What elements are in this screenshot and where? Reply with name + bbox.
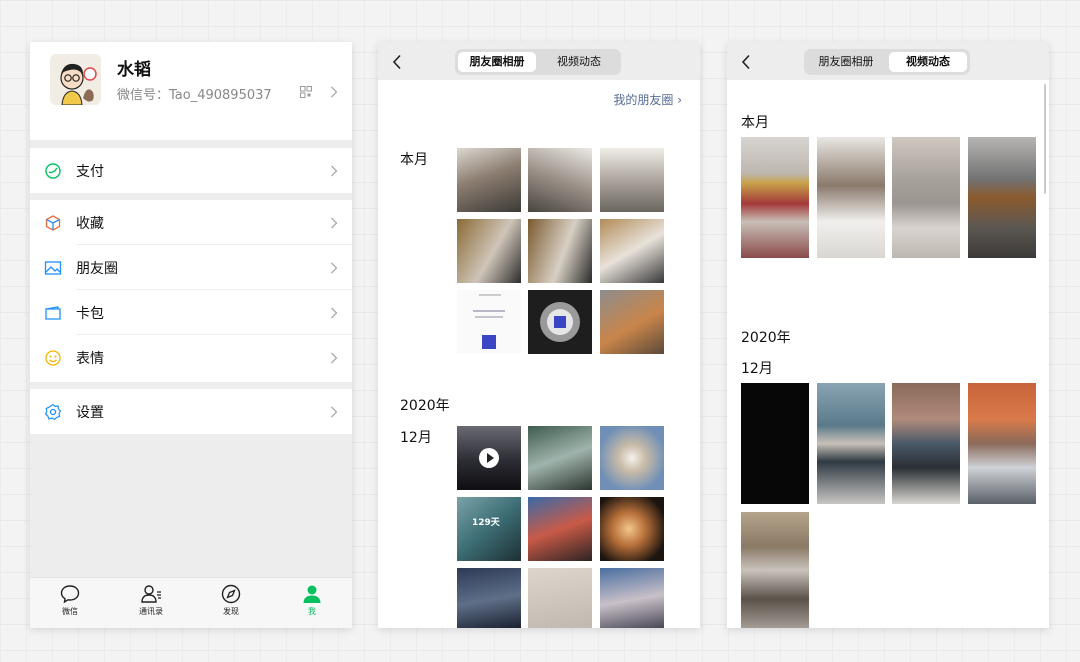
wechat-id: 微信号：Tao_490895037 <box>117 88 272 103</box>
video-thumbnail[interactable] <box>457 426 521 490</box>
segmented-control: 朋友圈相册 视频动态 <box>804 49 970 75</box>
tab-video-status[interactable]: 视频动态 <box>889 52 967 72</box>
photo-thumbnail[interactable]: 129天 <box>457 497 521 561</box>
tab-chats[interactable]: 微信 <box>40 584 100 617</box>
photo-thumbnail[interactable] <box>457 568 521 628</box>
photo-thumbnail[interactable] <box>600 290 664 354</box>
back-arrow-icon[interactable] <box>392 54 402 70</box>
menu-group-settings: 设置 <box>30 389 352 434</box>
chevron-right-icon <box>331 262 338 274</box>
tab-contacts[interactable]: 通讯录 <box>121 584 181 617</box>
video-thumbnail[interactable] <box>968 137 1036 258</box>
photo-thumbnail[interactable] <box>528 290 592 354</box>
qr-code-icon[interactable] <box>300 86 312 98</box>
menu-item-cards[interactable]: 卡包 <box>30 290 352 335</box>
photo-thumbnail[interactable] <box>528 148 592 212</box>
tab-moments-album[interactable]: 朋友圈相册 <box>807 52 885 72</box>
section-year-label: 2020年 <box>741 330 791 346</box>
photo-thumbnail[interactable] <box>528 426 592 490</box>
tab-label: 通讯录 <box>139 607 163 616</box>
nav-bar: 朋友圈相册 视频动态 <box>727 42 1049 80</box>
sticker-icon <box>45 350 61 366</box>
video-thumbnail[interactable] <box>892 137 960 258</box>
my-moments-link[interactable]: 我的朋友圈 › <box>613 91 682 108</box>
menu-item-settings[interactable]: 设置 <box>30 389 352 434</box>
profile-header[interactable]: 水韬 微信号：Tao_490895037 <box>30 42 352 140</box>
photo-thumbnail[interactable] <box>600 219 664 283</box>
card-icon <box>45 306 61 320</box>
tab-moments-album[interactable]: 朋友圈相册 <box>458 52 536 72</box>
photo-thumbnail[interactable] <box>528 568 592 628</box>
favorites-icon <box>45 215 61 231</box>
contacts-icon <box>141 585 161 603</box>
video-thumbnail[interactable] <box>968 383 1036 504</box>
compass-icon <box>221 584 241 604</box>
menu-item-stickers[interactable]: 表情 <box>30 335 352 380</box>
video-thumbnail[interactable] <box>741 137 809 258</box>
avatar[interactable] <box>50 54 101 105</box>
photo-thumbnail[interactable] <box>600 568 664 628</box>
moments-icon <box>44 261 62 275</box>
scrollbar[interactable] <box>1044 84 1046 194</box>
photo-thumbnail[interactable] <box>528 497 592 561</box>
video-thumbnail[interactable] <box>741 383 809 504</box>
video-thumbnail[interactable] <box>892 383 960 504</box>
menu-item-pay[interactable]: 支付 <box>30 148 352 193</box>
menu-item-moments[interactable]: 朋友圈 <box>30 245 352 290</box>
tab-label: 我 <box>308 607 316 616</box>
person-icon <box>303 585 321 603</box>
chevron-right-icon <box>331 217 338 229</box>
menu-item-favorites[interactable]: 收藏 <box>30 200 352 245</box>
photo-thumbnail[interactable] <box>457 148 521 212</box>
photo-thumbnail[interactable] <box>600 497 664 561</box>
menu-group-main: 收藏 朋友圈 卡包 表情 <box>30 200 352 382</box>
video-thumbnail[interactable] <box>817 383 885 504</box>
photo-thumbnail[interactable] <box>600 148 664 212</box>
pay-icon <box>45 163 61 179</box>
nav-bar: 朋友圈相册 视频动态 <box>378 42 700 80</box>
section-month-label: 12月 <box>741 361 773 377</box>
chevron-right-icon <box>331 165 338 177</box>
chevron-right-icon <box>331 86 338 98</box>
settings-icon <box>44 403 62 421</box>
photo-thumbnail[interactable] <box>528 219 592 283</box>
moments-album-screen: 朋友圈相册 视频动态 我的朋友圈 › 本月 2020年 12月 129天 <box>378 42 700 628</box>
photo-thumbnail[interactable] <box>457 290 521 354</box>
chevron-right-icon <box>331 352 338 364</box>
nickname: 水韬 <box>117 60 151 80</box>
tab-video-status[interactable]: 视频动态 <box>540 52 618 72</box>
segmented-control: 朋友圈相册 视频动态 <box>455 49 621 75</box>
chevron-right-icon <box>331 406 338 418</box>
play-icon[interactable] <box>479 448 499 468</box>
menu-item-label: 设置 <box>76 405 104 421</box>
section-month-label: 本月 <box>400 152 428 168</box>
chevron-right-icon <box>331 307 338 319</box>
tab-discover[interactable]: 发现 <box>201 584 261 617</box>
menu-item-label: 支付 <box>76 164 104 180</box>
tab-me[interactable]: 我 <box>282 584 342 617</box>
menu-item-label: 收藏 <box>76 216 104 232</box>
video-thumbnail[interactable] <box>817 137 885 258</box>
photo-thumbnail[interactable] <box>457 219 521 283</box>
section-month-label: 12月 <box>400 430 432 446</box>
menu-item-label: 朋友圈 <box>76 261 118 277</box>
section-year-label: 2020年 <box>400 398 450 414</box>
video-status-screen: 朋友圈相册 视频动态 本月 2020年 12月 <box>727 42 1049 628</box>
tab-bar: 微信 通讯录 发现 我 <box>30 577 352 628</box>
me-screen: 水韬 微信号：Tao_490895037 支付 收藏 朋友圈 卡包 表情 设置 … <box>30 42 352 628</box>
menu-item-label: 卡包 <box>76 306 104 322</box>
menu-item-label: 表情 <box>76 351 104 367</box>
photo-thumbnail[interactable] <box>600 426 664 490</box>
back-arrow-icon[interactable] <box>741 54 751 70</box>
video-thumbnail[interactable] <box>741 512 809 628</box>
tab-label: 发现 <box>223 607 239 616</box>
chat-bubble-icon <box>60 585 80 604</box>
section-month-label: 本月 <box>741 115 769 131</box>
menu-group-pay: 支付 <box>30 148 352 193</box>
thumbnail-caption: 129天 <box>472 518 500 528</box>
tab-label: 微信 <box>62 607 78 616</box>
